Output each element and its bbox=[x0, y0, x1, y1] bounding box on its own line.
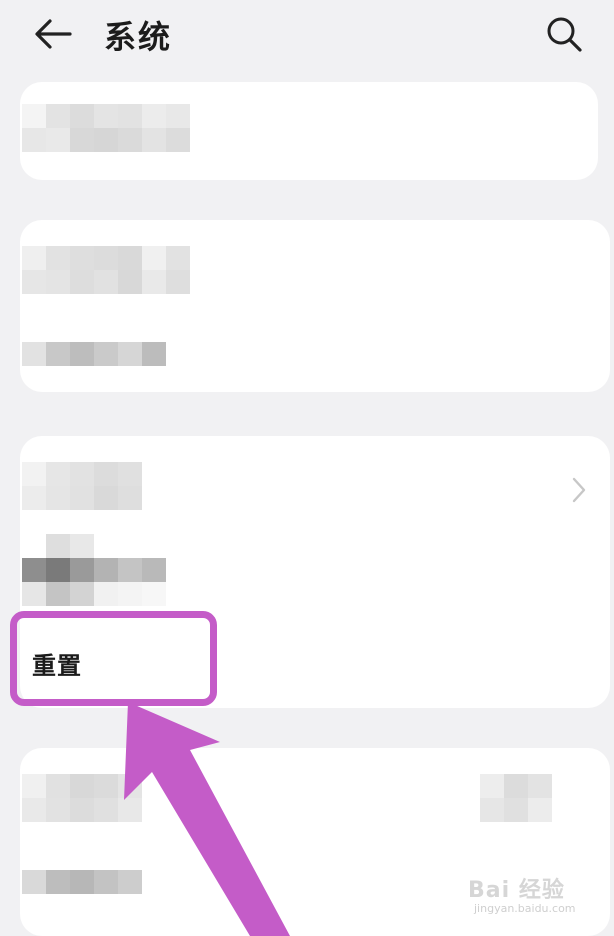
watermark-url: jingyan.baidu.com bbox=[474, 902, 576, 915]
settings-card-2 bbox=[20, 220, 610, 392]
blurred-value bbox=[480, 774, 552, 822]
blurred-label bbox=[22, 870, 142, 894]
blurred-label bbox=[22, 462, 142, 510]
blurred-label bbox=[22, 246, 190, 294]
back-button[interactable] bbox=[30, 14, 74, 54]
list-item[interactable] bbox=[20, 306, 610, 392]
list-item[interactable] bbox=[20, 220, 610, 306]
blurred-label bbox=[22, 342, 166, 366]
list-item[interactable] bbox=[20, 522, 610, 612]
page-title: 系统 bbox=[104, 18, 173, 56]
blurred-label bbox=[22, 534, 166, 606]
list-item[interactable] bbox=[20, 82, 598, 180]
blurred-label bbox=[22, 104, 190, 152]
chevron-right-icon bbox=[572, 477, 586, 503]
header-bar: 系统 bbox=[0, 0, 614, 70]
watermark-logo: Bai 经验 jingyan.baidu.com bbox=[468, 872, 598, 924]
system-settings-screen: 系统 重置 Bai 经验 jingyan.baidu.com bbox=[0, 0, 614, 936]
blurred-label bbox=[22, 774, 142, 822]
search-button[interactable] bbox=[542, 12, 586, 56]
highlight-box bbox=[10, 611, 217, 706]
watermark-brand: Bai 经验 bbox=[468, 878, 565, 903]
settings-card-1 bbox=[20, 82, 598, 180]
list-item[interactable] bbox=[20, 436, 610, 522]
search-icon bbox=[547, 17, 582, 52]
list-item[interactable] bbox=[20, 748, 610, 842]
arrow-left-icon bbox=[35, 19, 72, 49]
